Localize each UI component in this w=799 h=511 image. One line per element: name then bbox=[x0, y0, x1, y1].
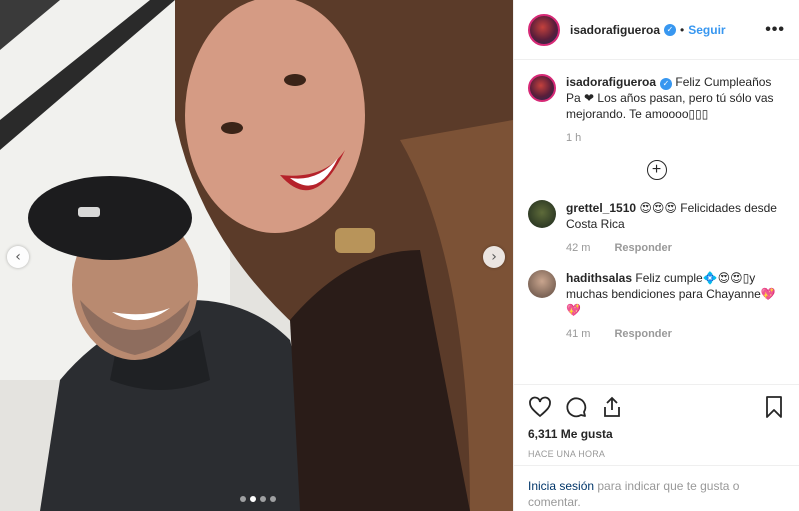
bookmark-icon[interactable] bbox=[762, 395, 786, 419]
action-bar: 6,311 Me gusta HACE UNA HORA bbox=[514, 384, 799, 459]
author-avatar[interactable] bbox=[528, 13, 560, 46]
chevron-right-icon: › bbox=[491, 249, 497, 265]
comment-username[interactable]: grettel_1510 bbox=[566, 201, 636, 215]
carousel-next-button[interactable]: › bbox=[483, 246, 505, 268]
more-options-icon[interactable]: ••• bbox=[765, 21, 785, 39]
header-separator: • bbox=[680, 22, 685, 37]
comment-item: grettel_1510 😍😍😍 Felicidades desde Costa… bbox=[528, 200, 785, 256]
caption: isadorafigueroa ✓ Feliz Cumpleaños Pa ❤ L… bbox=[528, 74, 785, 146]
commenter-avatar[interactable] bbox=[528, 270, 556, 298]
carousel-dot bbox=[260, 496, 266, 502]
chevron-left-icon: ‹ bbox=[15, 249, 21, 265]
post-header: isadorafigueroa ✓ • Seguir ••• bbox=[514, 0, 799, 60]
commenter-avatar[interactable] bbox=[528, 200, 556, 228]
login-link[interactable]: Inicia sesión bbox=[528, 479, 594, 493]
heart-icon[interactable] bbox=[528, 395, 552, 419]
caption-username[interactable]: isadorafigueroa bbox=[566, 75, 656, 89]
verified-badge-icon: ✓ bbox=[660, 78, 673, 90]
verified-badge-icon: ✓ bbox=[664, 23, 677, 36]
load-more-comments[interactable]: + bbox=[528, 160, 785, 180]
comment-username[interactable]: hadithsalas bbox=[566, 271, 632, 285]
carousel-indicator bbox=[240, 496, 276, 502]
carousel-dot bbox=[240, 496, 246, 502]
carousel-prev-button[interactable]: ‹ bbox=[7, 246, 29, 268]
comments-section: isadorafigueroa ✓ Feliz Cumpleaños Pa ❤ L… bbox=[514, 60, 799, 342]
instagram-post: ‹ › isadorafigueroa ✓ • Seguir ••• isado… bbox=[0, 0, 799, 511]
post-photo[interactable]: ‹ › bbox=[0, 0, 513, 511]
reply-button[interactable]: Responder bbox=[614, 240, 671, 256]
carousel-dot bbox=[270, 496, 276, 502]
selfie-image bbox=[0, 0, 513, 511]
action-icons bbox=[528, 395, 786, 419]
likes-count[interactable]: 6,311 Me gusta bbox=[528, 427, 786, 441]
comment-icon[interactable] bbox=[564, 395, 588, 419]
comment-time[interactable]: 41 m bbox=[566, 326, 590, 342]
comment-item: hadithsalas Feliz cumple💠😍😍▯y muchas ben… bbox=[528, 270, 785, 342]
author-username[interactable]: isadorafigueroa bbox=[570, 23, 660, 37]
caption-time[interactable]: 1 h bbox=[566, 130, 581, 146]
share-icon[interactable] bbox=[600, 395, 624, 419]
carousel-dot-active bbox=[250, 496, 256, 502]
post-side-panel: isadorafigueroa ✓ • Seguir ••• isadorafi… bbox=[513, 0, 799, 511]
comment-time[interactable]: 42 m bbox=[566, 240, 590, 256]
plus-circle-icon: + bbox=[646, 160, 667, 180]
caption-avatar[interactable] bbox=[528, 74, 556, 102]
follow-button[interactable]: Seguir bbox=[688, 23, 725, 37]
login-prompt: Inicia sesión para indicar que te gusta … bbox=[514, 465, 799, 511]
post-timestamp[interactable]: HACE UNA HORA bbox=[528, 449, 786, 459]
reply-button[interactable]: Responder bbox=[614, 326, 671, 342]
